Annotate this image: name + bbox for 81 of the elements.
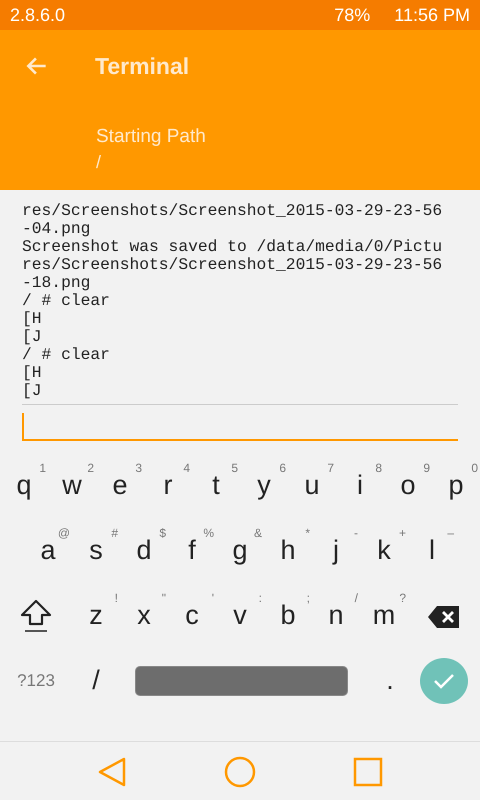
- key-hint: 3: [135, 462, 142, 474]
- key[interactable]: e 3: [96, 458, 144, 514]
- key-hint: 6: [279, 462, 286, 474]
- key-hint: –: [447, 526, 454, 538]
- key[interactable]: n /: [312, 588, 360, 644]
- key[interactable]: a @: [24, 522, 72, 578]
- home-icon[interactable]: [224, 756, 256, 788]
- key-hint: 0: [471, 462, 478, 474]
- key-hint: ?: [399, 592, 406, 604]
- terminal-line: res/Screenshots/Screenshot_2015-03-29-23-56: [22, 256, 442, 274]
- back-icon[interactable]: [96, 756, 127, 786]
- key[interactable]: m ?: [360, 588, 408, 644]
- terminal-line: [H: [22, 310, 42, 328]
- terminal-line: / # clear: [22, 292, 110, 310]
- key[interactable]: w 2: [48, 458, 96, 514]
- key-hint: $: [159, 526, 166, 538]
- key[interactable]: g &: [216, 522, 264, 578]
- version-text: 2.8.6.0: [10, 4, 66, 26]
- enter-key[interactable]: [420, 658, 468, 704]
- key-hint: &: [254, 526, 262, 538]
- key-hint: -: [354, 526, 358, 538]
- space-bar[interactable]: [135, 666, 348, 696]
- key[interactable]: /: [72, 652, 120, 708]
- terminal-line: [H: [22, 364, 42, 382]
- key[interactable]: p 0: [432, 458, 480, 514]
- key-hint: :: [258, 592, 262, 604]
- symbols-key[interactable]: ?123: [0, 652, 72, 708]
- key[interactable]: l –: [408, 522, 456, 578]
- key-hint: ': [212, 592, 214, 604]
- key-hint: +: [398, 526, 406, 538]
- key[interactable]: u 7: [288, 458, 336, 514]
- key-hint: 4: [183, 462, 190, 474]
- key[interactable]: f %: [168, 522, 216, 578]
- battery-percent: 78%: [334, 4, 370, 26]
- terminal-line: res/Screenshots/Screenshot_2015-03-29-23-56: [22, 202, 442, 220]
- shift-icon: [19, 598, 53, 634]
- key-hint: 8: [375, 462, 382, 474]
- terminal-line: -18.png: [22, 274, 90, 292]
- key-hint: @: [58, 526, 70, 538]
- checkmark-icon: [433, 672, 455, 688]
- key[interactable]: s #: [72, 522, 120, 578]
- terminal-line: [J: [22, 328, 42, 346]
- key-hint: 1: [39, 462, 46, 474]
- key[interactable]: j -: [312, 522, 360, 578]
- key[interactable]: r 4: [144, 458, 192, 514]
- key[interactable]: o 9: [384, 458, 432, 514]
- key[interactable]: x ": [120, 588, 168, 644]
- starting-path-value: /: [96, 151, 102, 174]
- key[interactable]: c ': [168, 588, 216, 644]
- key-hint: #: [111, 526, 118, 538]
- key-hint: 9: [423, 462, 430, 474]
- backspace-icon: [427, 604, 461, 629]
- key[interactable]: z !: [72, 588, 120, 644]
- key-hint: 5: [231, 462, 238, 474]
- screen-title: Terminal: [95, 52, 190, 81]
- clock-time: 11:56 PM: [394, 4, 470, 26]
- key[interactable]: .: [366, 652, 414, 708]
- key-hint: 7: [327, 462, 334, 474]
- key-hint: ;: [306, 592, 310, 604]
- key-hint: /: [354, 592, 358, 604]
- key[interactable]: y 6: [240, 458, 288, 514]
- key-hint: ": [162, 592, 166, 604]
- key-hint: !: [114, 592, 118, 604]
- key-hint: %: [203, 526, 214, 538]
- key[interactable]: h *: [264, 522, 312, 578]
- terminal-line: [J: [22, 382, 42, 400]
- terminal-line: Screenshot was saved to /data/media/0/Pictu: [22, 238, 442, 256]
- key[interactable]: k +: [360, 522, 408, 578]
- key[interactable]: v :: [216, 588, 264, 644]
- key-hint: 2: [87, 462, 94, 474]
- command-input-field[interactable]: [22, 413, 458, 441]
- starting-path-label: Starting Path: [96, 125, 206, 149]
- key-hint: *: [305, 526, 310, 538]
- key[interactable]: d $: [120, 522, 168, 578]
- terminal-line: -04.png: [22, 220, 90, 238]
- key[interactable]: b ;: [264, 588, 312, 644]
- key[interactable]: t 5: [192, 458, 240, 514]
- recent-apps-icon[interactable]: [353, 756, 384, 786]
- key[interactable]: q 1: [0, 458, 48, 514]
- terminal-line: / # clear: [22, 346, 110, 364]
- key[interactable]: i 8: [336, 458, 384, 514]
